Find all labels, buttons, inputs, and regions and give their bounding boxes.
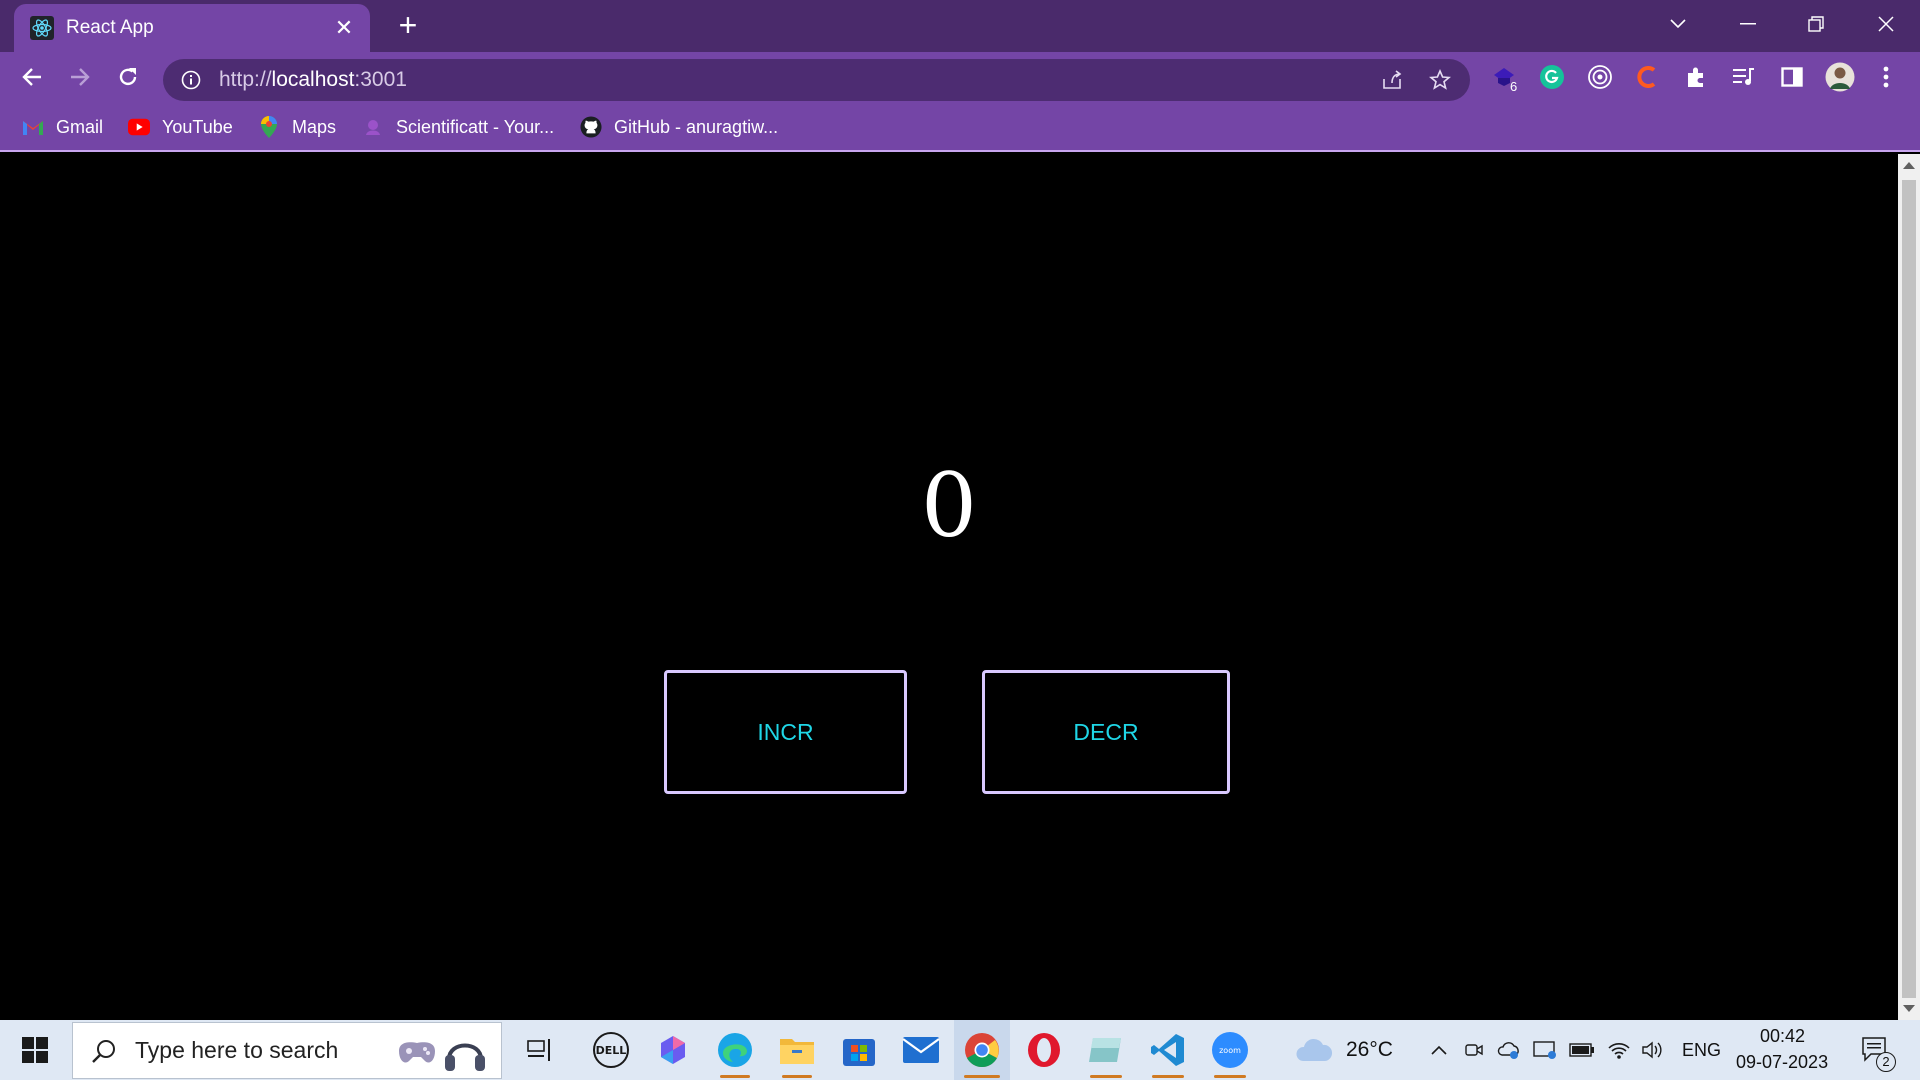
- close-window-icon[interactable]: [1866, 6, 1906, 42]
- page-scrollbar[interactable]: [1898, 154, 1920, 1020]
- github-icon: [580, 116, 602, 138]
- bookmark-label: GitHub - anuragtiw...: [614, 116, 779, 137]
- scroll-up-arrow-icon[interactable]: [1903, 162, 1915, 169]
- display-settings-icon[interactable]: [1530, 1020, 1560, 1080]
- bookmark-github[interactable]: GitHub - anuragtiw...: [580, 114, 778, 140]
- volume-icon[interactable]: [1638, 1020, 1668, 1080]
- grammarly-icon[interactable]: [1534, 59, 1570, 95]
- reload-icon[interactable]: [110, 59, 146, 95]
- edge-running-indicator: [720, 1075, 750, 1078]
- taskbar-search-box[interactable]: Type here to search: [72, 1022, 502, 1079]
- search-placeholder: Type here to search: [135, 1037, 339, 1063]
- react-icon: [30, 16, 54, 40]
- windows-taskbar: Type here to search DELL zoom 26°C ENG 0…: [0, 1020, 1920, 1080]
- youtube-icon: [128, 116, 150, 138]
- notifications-icon[interactable]: 2: [1854, 1020, 1898, 1080]
- restore-icon[interactable]: [1796, 6, 1836, 42]
- gmail-icon: [22, 116, 44, 138]
- tab-strip: React App ✕ +: [0, 0, 1920, 52]
- bookmark-star-icon[interactable]: [1422, 62, 1458, 98]
- wifi-icon[interactable]: [1604, 1020, 1634, 1080]
- tab-title: React App: [66, 17, 154, 38]
- bookmark-label: Maps: [292, 116, 337, 137]
- gaming-headset-icon: [393, 1029, 493, 1075]
- back-arrow-icon[interactable]: [14, 59, 50, 95]
- svg-text:DELL: DELL: [596, 1044, 627, 1057]
- task-view-icon[interactable]: [520, 1020, 560, 1080]
- bookmark-label: Scientificatt - Your...: [396, 116, 555, 137]
- side-panel-icon[interactable]: [1774, 59, 1810, 95]
- svg-text:zoom: zoom: [1219, 1046, 1241, 1055]
- bookmark-scientificatt[interactable]: Scientificatt - Your...: [362, 114, 554, 140]
- meet-now-icon[interactable]: [1460, 1020, 1488, 1080]
- notes-running-indicator: [1090, 1075, 1122, 1078]
- scientificatt-icon: [362, 116, 384, 138]
- url-protocol: http://: [219, 68, 272, 91]
- show-hidden-icons-chevron-icon[interactable]: [1424, 1020, 1454, 1080]
- clock-date[interactable]: 09-07-2023: [1736, 1052, 1828, 1073]
- page-viewport: 0 INCR DECR: [0, 154, 1898, 1020]
- target-extension-icon[interactable]: [1582, 59, 1618, 95]
- url-port: :3001: [354, 68, 407, 91]
- browser-toolbar: http://localhost:3001 6: [0, 52, 1920, 102]
- bookmark-gmail[interactable]: Gmail: [22, 114, 103, 140]
- vscode-running-indicator: [1152, 1075, 1184, 1078]
- extensions-puzzle-icon[interactable]: [1678, 59, 1714, 95]
- notes-app-icon[interactable]: [1080, 1020, 1132, 1080]
- input-language[interactable]: ENG: [1682, 1040, 1721, 1061]
- minimize-icon[interactable]: [1728, 6, 1768, 42]
- bookmarks-bar: Gmail YouTube Maps Scientificatt - Your.…: [0, 102, 1920, 152]
- vscode-icon[interactable]: [1142, 1020, 1194, 1080]
- opera-icon[interactable]: [1018, 1020, 1070, 1080]
- edge-icon[interactable]: [710, 1020, 760, 1080]
- new-tab-button[interactable]: +: [390, 8, 426, 44]
- browser-menu-icon[interactable]: [1868, 59, 1904, 95]
- bookmark-label: Gmail: [56, 116, 104, 137]
- microsoft-store-icon[interactable]: [834, 1020, 884, 1080]
- start-windows-icon[interactable]: [10, 1020, 60, 1080]
- weather-cloud-icon[interactable]: [1294, 1020, 1334, 1080]
- site-info-icon[interactable]: [179, 68, 203, 92]
- notification-count-badge: 2: [1876, 1052, 1896, 1072]
- mail-icon[interactable]: [896, 1020, 946, 1080]
- profile-avatar-icon[interactable]: [1822, 59, 1858, 95]
- bookmark-youtube[interactable]: YouTube: [128, 114, 233, 140]
- scroll-down-arrow-icon[interactable]: [1903, 1005, 1915, 1012]
- dell-icon[interactable]: DELL: [586, 1020, 636, 1080]
- onedrive-sync-icon[interactable]: [1494, 1020, 1524, 1080]
- media-queue-icon[interactable]: [1726, 59, 1762, 95]
- share-icon[interactable]: [1374, 62, 1410, 98]
- url-text: http://localhost:3001: [219, 68, 1374, 92]
- search-icon: [91, 1038, 117, 1064]
- copilot-app-icon[interactable]: [648, 1020, 698, 1080]
- bookmark-label: YouTube: [162, 116, 233, 137]
- zoom-running-indicator: [1214, 1075, 1246, 1078]
- forward-arrow-icon[interactable]: [62, 59, 98, 95]
- chrome-icon[interactable]: [954, 1020, 1010, 1080]
- decrement-button[interactable]: DECR: [982, 670, 1230, 794]
- address-bar[interactable]: http://localhost:3001: [163, 59, 1470, 101]
- url-host: localhost: [271, 68, 355, 91]
- increment-button[interactable]: INCR: [664, 670, 907, 794]
- tab-search-chevron-icon[interactable]: [1658, 6, 1698, 42]
- maps-icon: [258, 116, 280, 138]
- c-extension-icon[interactable]: [1630, 59, 1666, 95]
- explorer-running-indicator: [782, 1075, 812, 1078]
- zoom-icon[interactable]: zoom: [1204, 1020, 1256, 1080]
- scrollbar-thumb[interactable]: [1902, 180, 1916, 998]
- bookmark-maps[interactable]: Maps: [258, 114, 336, 140]
- battery-icon[interactable]: [1566, 1020, 1598, 1080]
- chrome-running-indicator: [964, 1075, 1000, 1078]
- counter-value: 0: [921, 454, 977, 557]
- file-explorer-icon[interactable]: [772, 1020, 822, 1080]
- extension-badge-count: 6: [1510, 79, 1518, 94]
- clock-time[interactable]: 00:42: [1760, 1026, 1805, 1047]
- close-tab-icon[interactable]: ✕: [332, 15, 356, 41]
- weather-temperature[interactable]: 26°C: [1346, 1038, 1393, 1062]
- extension-badge-icon[interactable]: 6: [1486, 59, 1522, 95]
- tab-react-app[interactable]: React App ✕: [14, 4, 370, 52]
